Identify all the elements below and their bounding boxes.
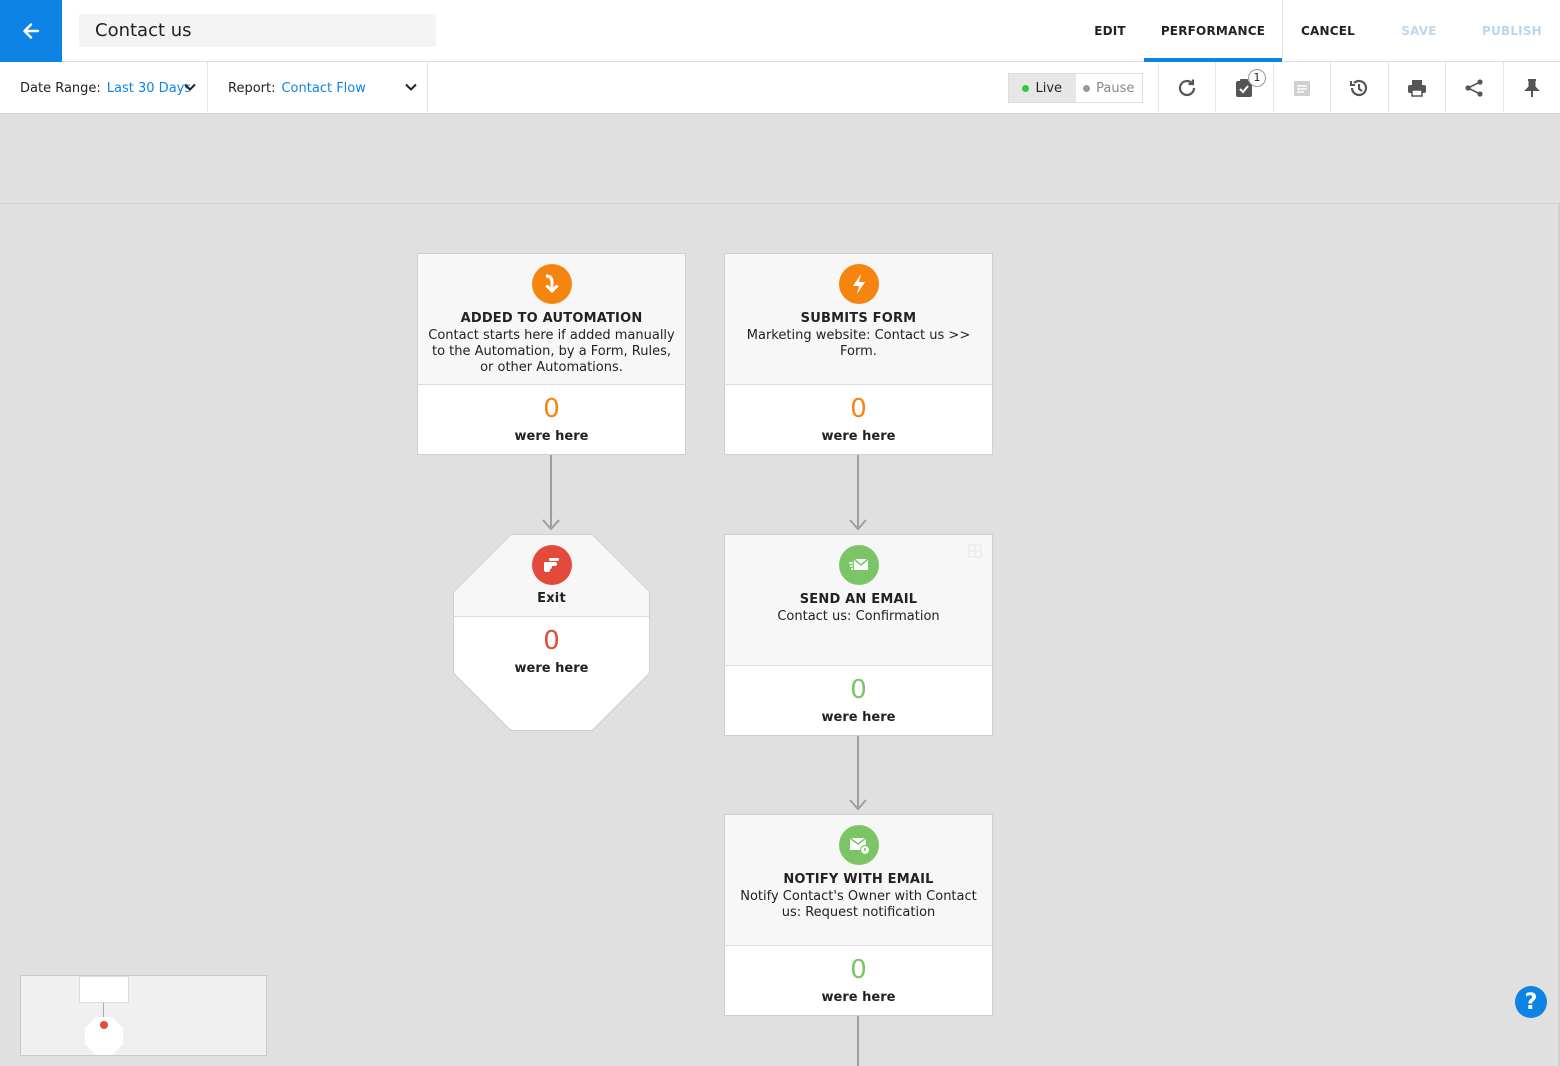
- node-header: SUBMITS FORM Marketing website: Contact …: [725, 254, 992, 385]
- minimap-exit-node: [85, 1017, 123, 1055]
- node-send-email[interactable]: SEND AN EMAIL Contact us: Confirmation 0…: [724, 534, 993, 736]
- tasks-count-badge: 1: [1248, 69, 1266, 87]
- live-dot-icon: [1022, 84, 1030, 92]
- pin-button[interactable]: [1504, 63, 1560, 113]
- node-stats: 0 were here: [418, 385, 685, 444]
- hand-pointer-icon: [531, 545, 572, 585]
- node-title: ADDED TO AUTOMATION: [460, 311, 643, 326]
- refresh-icon: [1178, 79, 1196, 97]
- pause-option[interactable]: Pause: [1076, 74, 1143, 102]
- toolbar-divider: [207, 62, 208, 114]
- date-range-select[interactable]: Date Range: Last 30 Days: [20, 62, 191, 114]
- automation-name-field[interactable]: Contact us: [79, 14, 436, 47]
- refresh-button[interactable]: [1159, 63, 1215, 113]
- node-count: 0: [543, 626, 560, 656]
- report-select[interactable]: Report: Contact Flow: [228, 62, 366, 114]
- help-button[interactable]: ?: [1515, 986, 1547, 1018]
- node-header: ADDED TO AUTOMATION Contact starts here …: [418, 254, 685, 385]
- arrow-down-icon: [849, 799, 867, 811]
- share-icon: [1465, 79, 1483, 97]
- node-title: SEND AN EMAIL: [799, 592, 918, 607]
- canvas-header-band: [0, 114, 1560, 204]
- print-button[interactable]: [1389, 63, 1445, 113]
- node-count-label: were here: [821, 990, 896, 1005]
- toolbar-divider: [427, 62, 428, 114]
- minimap-exit-icon: [100, 1021, 108, 1029]
- node-count-label: were here: [514, 661, 589, 676]
- chevron-down-icon[interactable]: [183, 80, 197, 94]
- history-icon: [1350, 79, 1368, 97]
- arrow-left-icon: [23, 23, 40, 39]
- connector-line: [857, 1015, 859, 1066]
- notes-icon: [1294, 81, 1310, 96]
- node-header: Exit: [454, 535, 649, 617]
- lightning-icon: [838, 264, 879, 304]
- top-bar: Contact us EDIT PERFORMANCE CANCEL SAVE …: [0, 0, 1560, 62]
- node-added-to-automation[interactable]: ADDED TO AUTOMATION Contact starts here …: [417, 253, 686, 455]
- tasks-button[interactable]: [1216, 63, 1272, 113]
- node-count-label: were here: [821, 429, 896, 444]
- minimap-node: [79, 976, 129, 1003]
- back-button[interactable]: [0, 0, 62, 62]
- node-count-label: were here: [514, 429, 589, 444]
- arrow-down-icon: [849, 519, 867, 531]
- nav-divider: [1282, 0, 1283, 62]
- minimap-connector: [103, 1003, 104, 1017]
- arrow-down-icon: [542, 519, 560, 531]
- node-stats: 0 were here: [454, 627, 649, 676]
- node-count-label: were here: [821, 710, 896, 725]
- share-button[interactable]: [1446, 63, 1502, 113]
- node-count: 0: [543, 394, 560, 424]
- print-icon: [1408, 80, 1426, 97]
- tab-performance[interactable]: PERFORMANCE: [1144, 0, 1282, 62]
- node-description: Contact us: Confirmation: [777, 609, 940, 624]
- pause-label: Pause: [1096, 80, 1135, 96]
- tab-edit[interactable]: EDIT: [1083, 0, 1137, 62]
- minimap[interactable]: [20, 975, 267, 1056]
- report-label: Report:: [228, 80, 276, 96]
- node-header: SEND AN EMAIL Contact us: Confirmation: [725, 535, 992, 666]
- send-email-icon: [838, 545, 879, 585]
- notify-email-icon: [838, 825, 879, 865]
- node-description: Marketing website: Contact us >> Form.: [746, 328, 971, 359]
- node-exit[interactable]: Exit 0 were here: [453, 534, 650, 731]
- publish-button[interactable]: PUBLISH: [1470, 0, 1554, 62]
- expand-icon[interactable]: [968, 544, 982, 558]
- date-range-value: Last 30 Days: [106, 80, 192, 96]
- node-description: Notify Contact's Owner with Contact us: …: [740, 889, 977, 920]
- report-value: Contact Flow: [281, 80, 366, 96]
- node-stats: 0 were here: [725, 666, 992, 725]
- node-stats: 0 were here: [725, 385, 992, 444]
- node-count: 0: [850, 955, 867, 985]
- pin-icon: [1524, 79, 1540, 97]
- node-title: Exit: [537, 591, 566, 606]
- node-header: NOTIFY WITH EMAIL Notify Contact's Owner…: [725, 815, 992, 946]
- node-description: Contact starts here if added manually to…: [428, 328, 675, 375]
- node-notify-email[interactable]: NOTIFY WITH EMAIL Notify Contact's Owner…: [724, 814, 993, 1016]
- live-option[interactable]: Live: [1009, 74, 1076, 102]
- date-range-label: Date Range:: [20, 80, 101, 96]
- exit-body: Exit 0 were here: [454, 535, 649, 730]
- node-title: SUBMITS FORM: [800, 311, 917, 326]
- history-button[interactable]: [1331, 63, 1387, 113]
- pause-dot-icon: [1083, 84, 1091, 92]
- live-pause-toggle[interactable]: Live Pause: [1008, 73, 1143, 103]
- chevron-down-icon[interactable]: [404, 80, 418, 94]
- live-label: Live: [1035, 80, 1063, 96]
- enter-arrow-icon: [531, 264, 572, 304]
- node-title: NOTIFY WITH EMAIL: [783, 872, 934, 887]
- cancel-button[interactable]: CANCEL: [1290, 0, 1366, 62]
- node-count: 0: [850, 675, 867, 705]
- node-count: 0: [850, 394, 867, 424]
- notes-button[interactable]: [1274, 63, 1330, 113]
- node-submits-form[interactable]: SUBMITS FORM Marketing website: Contact …: [724, 253, 993, 455]
- save-button[interactable]: SAVE: [1388, 0, 1450, 62]
- node-stats: 0 were here: [725, 946, 992, 1005]
